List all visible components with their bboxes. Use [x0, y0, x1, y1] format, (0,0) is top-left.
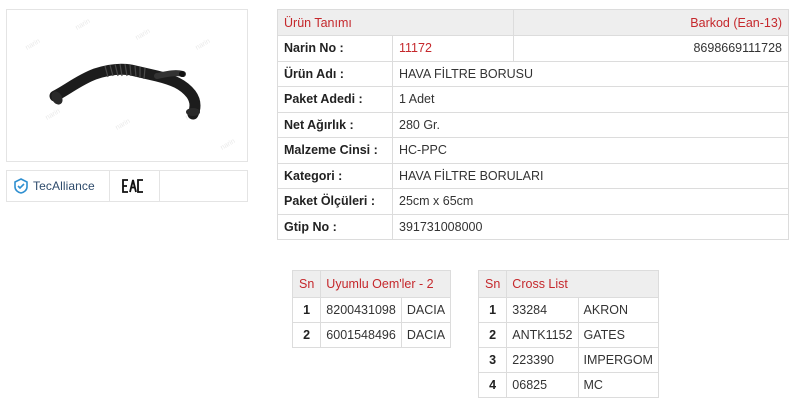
sn-header: Sn: [291, 270, 322, 298]
table-row: Net Ağırlık : 280 Gr.: [277, 111, 789, 138]
oem-header-title: Uyumlu Oem'ler - 2: [320, 270, 452, 298]
table-row: 4 06825 MC: [477, 372, 659, 398]
barcode-header: Barkod (Ean-13): [512, 9, 790, 36]
package-dimensions-value: 25cm x 65cm: [392, 188, 789, 215]
oem-brand: DACIA: [400, 297, 452, 323]
row-label: Kategori :: [277, 162, 393, 189]
cross-table-header: Sn Cross List: [477, 270, 659, 298]
table-row: Malzeme Cinsi : HC-PPC: [277, 137, 789, 164]
cross-brand: GATES: [577, 322, 659, 348]
table-row: 1 33284 AKRON: [477, 297, 659, 323]
row-label: Ürün Adı :: [277, 60, 393, 87]
cross-brand: MC: [577, 372, 659, 398]
row-label: Gtip No :: [277, 213, 393, 240]
row-label: Net Ağırlık :: [277, 111, 393, 138]
svg-text:narin: narin: [25, 38, 42, 52]
tecalliance-shield-icon: [14, 178, 28, 194]
row-sn: 2: [477, 322, 508, 348]
category-value: HAVA FİLTRE BORULARI: [392, 162, 789, 189]
svg-text:narin: narin: [45, 108, 62, 122]
net-weight-value: 280 Gr.: [392, 111, 789, 138]
tecalliance-logo[interactable]: TecAlliance: [7, 171, 110, 201]
row-sn: 4: [477, 372, 508, 398]
svg-text:narin: narin: [220, 138, 237, 152]
oem-code: 8200431098: [320, 297, 402, 323]
material-value: HC-PPC: [392, 137, 789, 164]
table-row: Paket Ölçüleri : 25cm x 65cm: [277, 188, 789, 215]
table-row: 2 6001548496 DACIA: [291, 322, 452, 348]
eac-mark-icon: [122, 179, 143, 193]
oem-brand: DACIA: [400, 322, 452, 348]
barcode-value: 8698669111728: [512, 35, 790, 62]
table-row: 1 8200431098 DACIA: [291, 297, 452, 323]
sn-header: Sn: [477, 270, 508, 298]
svg-text:narin: narin: [75, 18, 92, 32]
row-label: Paket Adedi :: [277, 86, 393, 113]
cross-header-title: Cross List: [506, 270, 659, 298]
table-row: 3 223390 IMPERGOM: [477, 347, 659, 373]
row-sn: 1: [477, 297, 508, 323]
row-sn: 2: [291, 322, 322, 348]
tecalliance-logo-text: TecAlliance: [33, 179, 95, 193]
product-info-table: Ürün Tanımı Barkod (Ean-13) Narin No : 1…: [277, 9, 790, 240]
gtip-no-value: 391731008000: [392, 213, 789, 240]
row-label: Malzeme Cinsi :: [277, 137, 393, 164]
cross-code: 223390: [506, 347, 579, 373]
product-image[interactable]: narin narin narin narin narin narin nari…: [6, 9, 248, 162]
compatible-oem-table: Sn Uyumlu Oem'ler - 2 1 8200431098 DACIA…: [291, 270, 452, 348]
product-name-value: HAVA FİLTRE BORUSU: [392, 60, 789, 87]
cross-code: 06825: [506, 372, 579, 398]
svg-text:narin: narin: [135, 28, 152, 42]
narin-no-value: 11172: [392, 35, 514, 62]
table-row: 2 ANTK1152 GATES: [477, 322, 659, 348]
cross-code: ANTK1152: [506, 322, 579, 348]
table-row: Kategori : HAVA FİLTRE BORULARI: [277, 162, 789, 189]
oem-table-header: Sn Uyumlu Oem'ler - 2: [291, 270, 452, 298]
cross-code: 33284: [506, 297, 579, 323]
table-row: Narin No : 11172 8698669111728: [277, 35, 790, 62]
row-label: Narin No :: [277, 35, 393, 62]
product-definition-header: Ürün Tanımı: [277, 9, 514, 36]
svg-text:narin: narin: [195, 38, 212, 52]
svg-text:narin: narin: [115, 118, 132, 132]
table-row: Gtip No : 391731008000: [277, 213, 789, 240]
product-info-header: Ürün Tanımı Barkod (Ean-13): [277, 9, 790, 36]
row-sn: 3: [477, 347, 508, 373]
cross-brand: IMPERGOM: [577, 347, 659, 373]
row-label: Paket Ölçüleri :: [277, 188, 393, 215]
table-row: Ürün Adı : HAVA FİLTRE BORUSU: [277, 60, 789, 87]
oem-code: 6001548496: [320, 322, 402, 348]
air-filter-hose-image: narin narin narin narin narin narin nari…: [25, 18, 237, 152]
certification-logos: TecAlliance: [6, 170, 248, 202]
cross-brand: AKRON: [577, 297, 659, 323]
table-row: Paket Adedi : 1 Adet: [277, 86, 789, 113]
package-count-value: 1 Adet: [392, 86, 789, 113]
eac-logo: [110, 171, 160, 201]
row-sn: 1: [291, 297, 322, 323]
cross-list-table: Sn Cross List 1 33284 AKRON 2 ANTK1152 G…: [477, 270, 659, 398]
